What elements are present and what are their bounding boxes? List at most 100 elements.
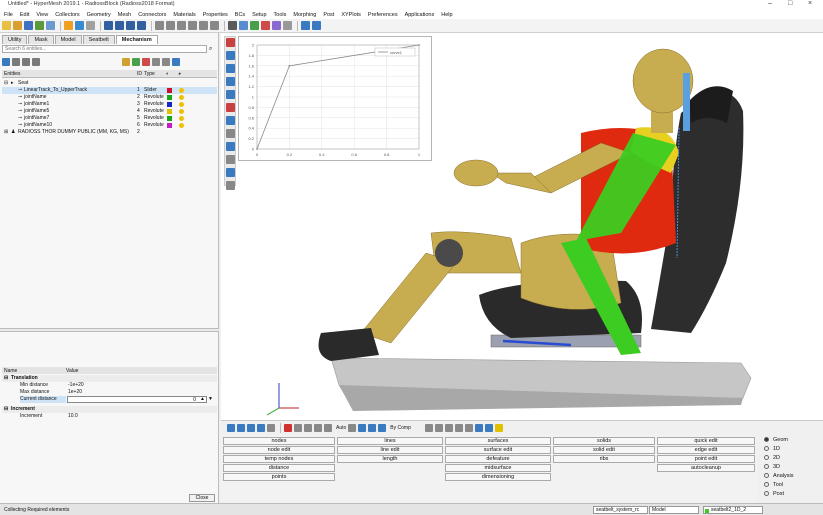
component-tool-icon[interactable] [226,64,235,73]
isolate-icon[interactable] [247,423,255,432]
display-toggle-icon[interactable] [179,123,184,128]
redo-icon[interactable] [312,21,321,30]
menu-tools[interactable]: Tools [274,12,287,18]
unmask-icon[interactable] [304,423,312,432]
sphere-icon[interactable] [434,423,443,432]
radio-geom[interactable]: Geom [764,437,788,443]
by-comp-select[interactable]: By Comp [390,425,411,431]
min-distance-row[interactable]: Min distance -1e+20 [2,382,217,389]
radio-dot[interactable] [764,446,769,452]
color-mode-icon[interactable] [378,423,387,432]
point-edit-button[interactable]: point edit [657,455,755,463]
midsurface-button[interactable]: midsurface [445,464,551,472]
color-swatch[interactable] [167,95,172,100]
line-edit-button[interactable]: line edit [337,446,443,454]
tab-mask[interactable]: Mask [28,35,54,44]
color-swatch[interactable] [167,88,172,93]
create-body-icon[interactable] [12,57,20,66]
select-mode-icon[interactable] [324,423,332,432]
max-distance-row[interactable]: Max distance 1e+20 [2,389,217,396]
hide-icon[interactable] [142,57,150,66]
line-style-icon[interactable] [464,423,473,432]
tab-model[interactable]: Model [54,35,82,44]
curve-plot-window[interactable]: 0 0.2 0.4 0.6 0.8 1 0 0.2 0.4 0.6 0.8 1 1.2 1.4 1.6 1.8… [238,36,432,161]
display-toggle-icon[interactable] [179,88,184,93]
spin-icon[interactable] [210,21,219,30]
layers-icon[interactable] [484,423,493,432]
panel-splitter[interactable] [0,328,219,332]
increment-group[interactable]: ⊟ Increment [2,406,217,413]
element-tool-icon[interactable] [226,51,235,60]
menu-mesh[interactable]: Mesh [118,12,131,18]
tree-item-jointname10[interactable]: ⊸ jointName10 6 Revolute [2,122,217,129]
view-top-icon[interactable] [126,21,135,30]
view-side-icon[interactable] [115,21,124,30]
radio-dot[interactable] [764,491,769,497]
temp-nodes-button[interactable]: temp nodes [223,455,335,463]
radio-3d[interactable]: 3D [764,464,780,470]
minimize-icon[interactable]: – [768,0,772,7]
close-button[interactable]: Close [189,494,215,502]
tree-item-jointname1[interactable]: ⊸ jointName1 3 Revolute [2,101,217,108]
import-icon[interactable] [35,21,44,30]
reverse-icon[interactable] [257,423,265,432]
show-icon[interactable] [132,57,140,66]
curve-point[interactable] [418,44,420,46]
transform-icon[interactable] [314,423,322,432]
visualization-options-icon[interactable] [283,21,292,30]
menu-post[interactable]: Post [323,12,334,18]
spin-up-icon[interactable]: ▲ [200,396,205,403]
min-distance-value[interactable]: -1e+20 [68,382,84,389]
color-swatch[interactable] [167,116,172,121]
dummy-foot[interactable] [318,328,379,361]
menu-properties[interactable]: Properties [203,12,228,18]
tree-item-dummy[interactable]: ⊞ ♟ RADIOSS THOR DUMMY PUBLIC (MM, KG, M… [2,129,217,136]
radio-dot[interactable] [764,455,769,461]
radio-dot[interactable] [764,464,769,470]
autocleanup-button[interactable]: autocleanup [657,464,755,472]
dummy-hand[interactable] [453,159,499,187]
quick-edit-button[interactable]: quick edit [657,437,755,445]
display-toggle-icon[interactable] [179,102,184,107]
menu-preferences[interactable]: Preferences [368,12,398,18]
translation-group[interactable]: ⊟ Translation [2,375,217,382]
pencil-icon[interactable] [454,423,463,432]
rotate-icon[interactable] [199,21,208,30]
curve-tool-icon[interactable] [226,77,235,86]
tree-item-jointname[interactable]: ⊸ jointName 2 Revolute [2,94,217,101]
clip-plane-icon[interactable] [272,21,281,30]
vector-tool-icon[interactable] [226,142,235,151]
zoom-in-icon[interactable] [166,21,175,30]
radio-dot[interactable] [764,473,769,479]
menu-materials[interactable]: Materials [173,12,195,18]
create-mechanism-icon[interactable] [2,57,10,66]
menu-view[interactable]: View [36,12,48,18]
increment-row[interactable]: Increment 10.0 [2,413,217,420]
undo-icon[interactable] [301,21,310,30]
display-toggle-icon[interactable] [179,116,184,121]
radio-dot[interactable] [764,482,769,488]
lines-button[interactable]: lines [337,437,443,445]
color-swatch[interactable] [167,109,172,114]
status-component[interactable]: seatbelt2_1D_2 [703,506,763,514]
dummy-shin[interactable] [360,252,457,344]
collapse-icon[interactable]: ⊟ [4,406,8,413]
solids-button[interactable]: solids [553,437,655,445]
filter-icon[interactable] [152,57,160,66]
shaded-icon[interactable] [239,21,248,30]
tree-item-jointname7[interactable]: ⊸ jointName7 5 Revolute [2,115,217,122]
nodes-button[interactable]: nodes [223,437,335,445]
joint-tool-icon[interactable] [226,103,235,112]
points-button[interactable]: points [223,473,335,481]
display-none-icon[interactable] [237,423,245,432]
pan-icon[interactable] [188,21,197,30]
settings-icon[interactable] [162,57,170,66]
mask-icon[interactable] [64,21,73,30]
tree-item-lineartrack[interactable]: ⊸ LinearTrack_To_UpperTrack 1 Slider [2,87,217,94]
display-toggle-icon[interactable] [179,109,184,114]
curve-plot[interactable]: 0 0.2 0.4 0.6 0.8 1 0 0.2 0.4 0.6 0.8 1 1.2 1.4 1.6 1.8… [239,37,433,162]
status-model[interactable]: Model [649,506,699,514]
display-icon[interactable] [75,21,84,30]
menu-xyplots[interactable]: XYPlots [341,12,361,18]
element-color-icon[interactable] [250,21,259,30]
